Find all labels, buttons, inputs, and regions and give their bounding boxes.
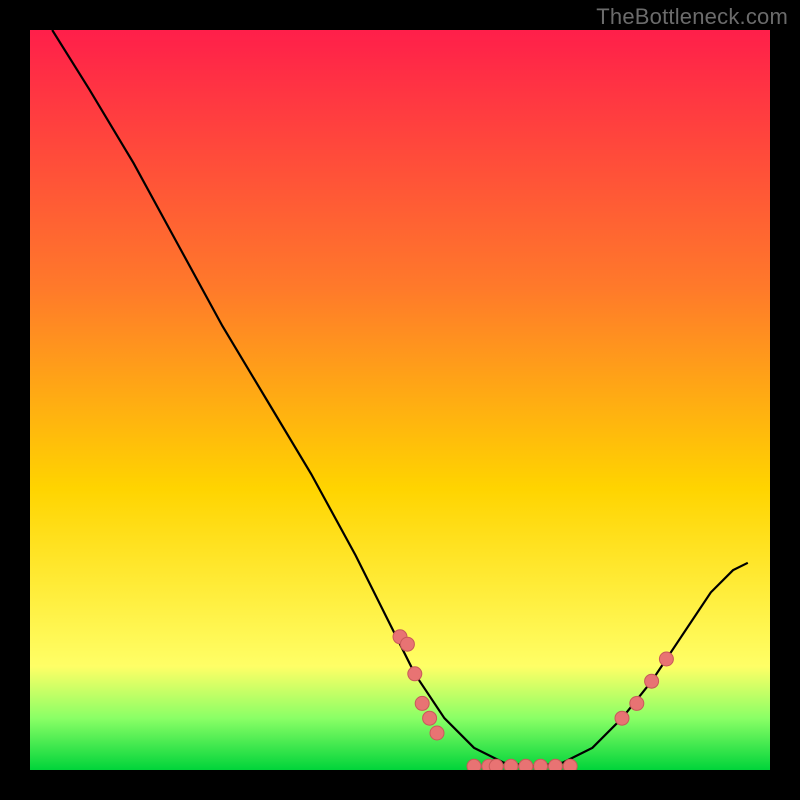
data-marker [645,674,659,688]
plot-area [30,30,770,770]
chart-stage: TheBottleneck.com [0,0,800,800]
data-marker [630,696,644,710]
data-marker [423,711,437,725]
data-marker [467,759,481,770]
plot-svg [30,30,770,770]
data-marker [519,759,533,770]
frame-right [770,0,800,800]
data-marker [504,759,518,770]
watermark-text: TheBottleneck.com [596,4,788,30]
data-marker [415,696,429,710]
data-marker [534,759,548,770]
data-marker [400,637,414,651]
data-marker [615,711,629,725]
data-marker [659,652,673,666]
data-marker [408,667,422,681]
data-marker [430,726,444,740]
data-marker [489,759,503,770]
data-marker [548,759,562,770]
frame-bottom [0,770,800,800]
data-marker [563,759,577,770]
frame-left [0,0,30,800]
